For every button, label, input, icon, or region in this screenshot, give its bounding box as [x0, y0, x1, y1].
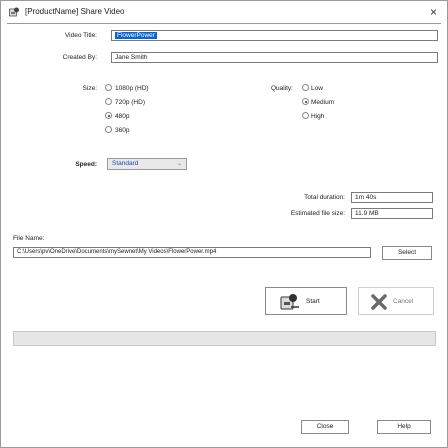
start-label: Start [306, 298, 320, 305]
size-label: Size: [82, 85, 97, 92]
size-option-label: 360p [115, 127, 130, 134]
cancel-label: Cancel [393, 298, 414, 305]
title-bar: [ProductName] Share Video × [1, 1, 447, 23]
chevron-down-icon: ⌄ [176, 161, 182, 167]
file-name-label: File Name: [13, 235, 45, 242]
size-option-label: 480p [115, 113, 130, 120]
created-by-label: Created By: [62, 54, 97, 61]
total-duration-label: Total duration: [304, 194, 345, 201]
total-duration-field: 1m 40s [351, 192, 433, 203]
speed-select[interactable]: Standard ⌄ [107, 158, 187, 170]
quality-radio-low[interactable] [302, 84, 309, 91]
quality-option-label: Medium [311, 99, 335, 106]
quality-option-label: High [311, 113, 325, 120]
quality-radio-medium[interactable] [302, 98, 309, 105]
progress-bar [13, 331, 436, 346]
close-button[interactable]: Close [301, 420, 349, 434]
size-radio-1080p[interactable] [105, 84, 112, 91]
size-radio-480p[interactable] [105, 112, 112, 119]
file-size-field: 11.9 MB [351, 208, 433, 219]
quality-radio-high[interactable] [302, 112, 309, 119]
window-title: [ProductName] Share Video [25, 7, 125, 16]
title-separator [7, 23, 441, 24]
quality-option-label: Low [311, 85, 323, 92]
size-option-label: 720p (HD) [115, 99, 145, 106]
app-icon [9, 7, 20, 17]
file-size-label: Estimated file size: [290, 210, 345, 217]
share-video-dialog: [ProductName] Share Video × Video Title:… [0, 0, 448, 448]
size-option-label: 1080p (HD) [115, 85, 149, 92]
cancel-button[interactable]: Cancel [358, 287, 434, 315]
select-button[interactable]: Select [382, 246, 432, 260]
video-title-input[interactable]: FlowerPower [111, 30, 438, 41]
video-title-label: Video Title: [64, 32, 97, 39]
video-title-value: FlowerPower [115, 32, 157, 39]
speed-value: Standard [112, 160, 139, 167]
close-window-button[interactable]: × [430, 5, 437, 19]
start-button[interactable]: Start [265, 287, 347, 315]
help-button[interactable]: Help [377, 420, 431, 434]
quality-label: Quality: [270, 85, 293, 92]
speed-label: Speed: [75, 161, 97, 168]
created-by-input[interactable]: Jane Smith [111, 52, 438, 63]
start-share-icon [280, 293, 300, 313]
cancel-x-icon [371, 294, 387, 312]
size-radio-720p[interactable] [105, 98, 112, 105]
size-radio-360p[interactable] [105, 126, 112, 133]
file-path-input[interactable]: C:\Users\pv\OneDrive\Documents\mySewnet\… [13, 247, 371, 258]
